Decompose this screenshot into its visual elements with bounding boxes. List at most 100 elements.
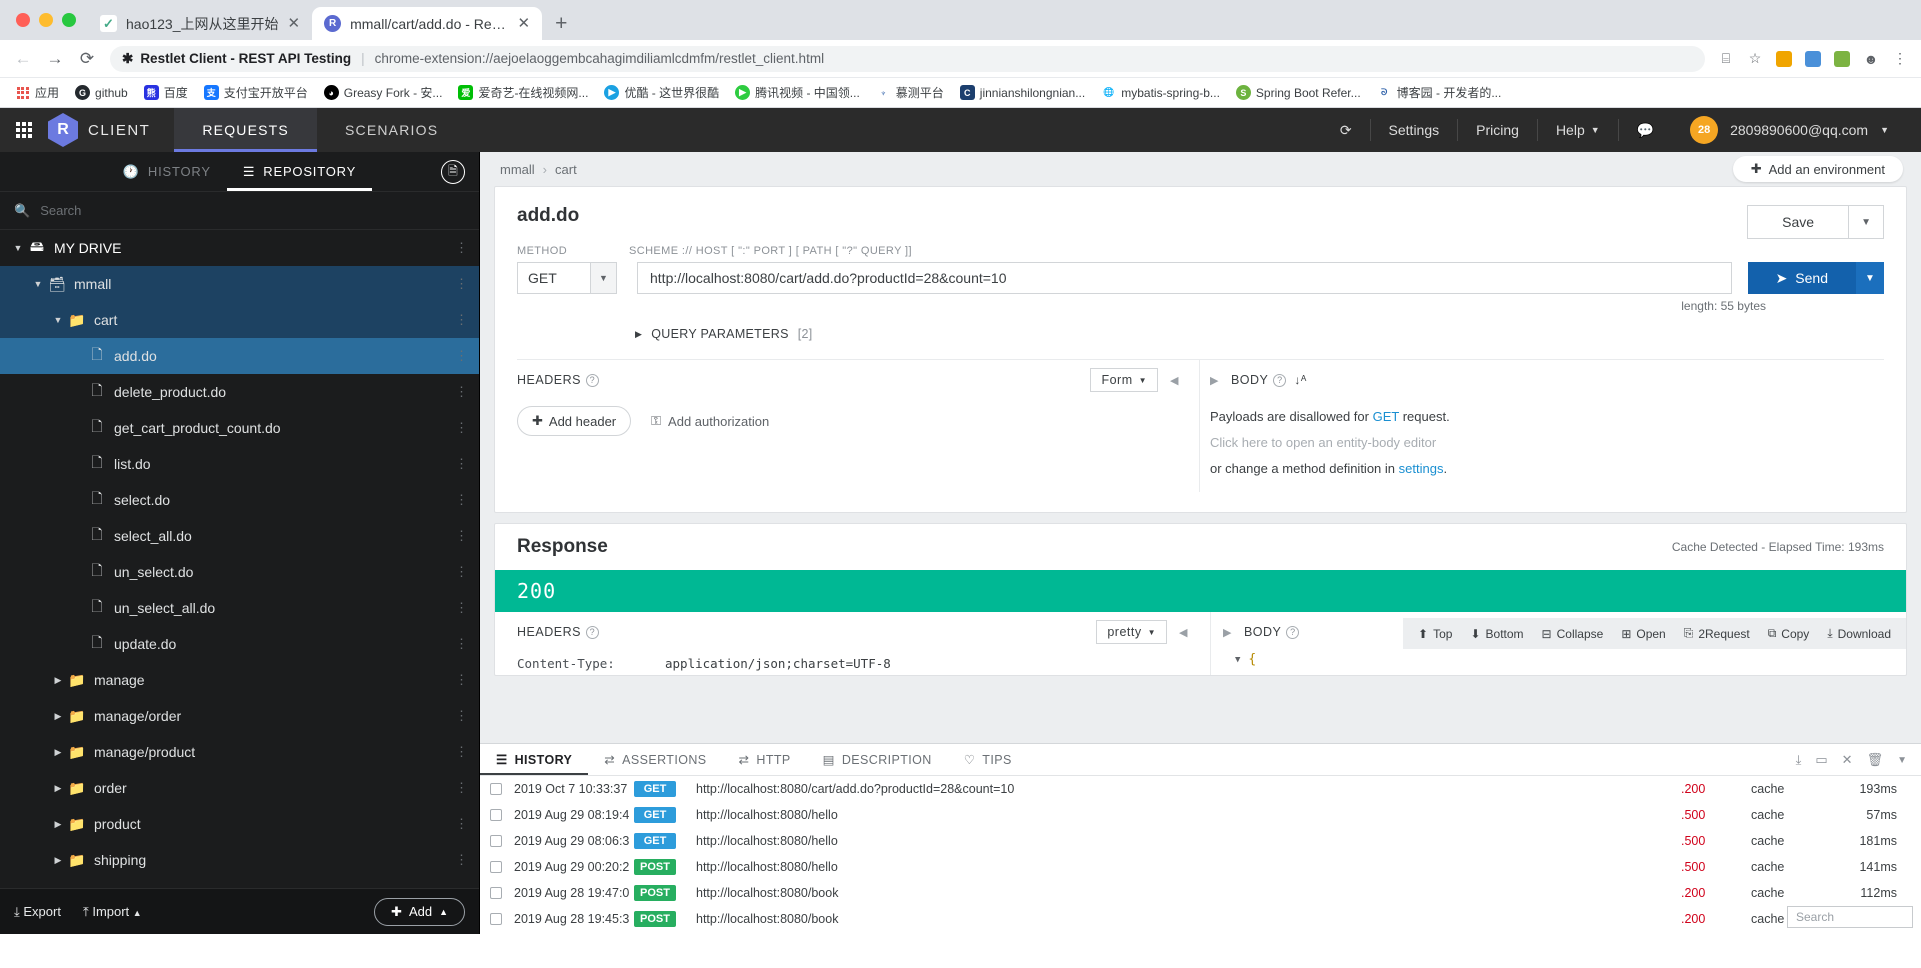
bookmark-baidu[interactable]: 熊 百度 — [137, 81, 195, 104]
import-button[interactable]: ⤒ Import ▲ — [83, 904, 142, 920]
chevron-down-icon[interactable]: ▼ — [10, 243, 26, 253]
tree-item-mmall[interactable]: ▼ 🗃 mmall ⋮ — [0, 266, 479, 302]
add-environment-button[interactable]: ✚ Add an environment — [1732, 156, 1903, 182]
close-window-button[interactable] — [16, 13, 30, 27]
collapse-left-icon[interactable]: ◀ — [1158, 374, 1191, 387]
response-headers-format-select[interactable]: pretty ▼ — [1096, 620, 1168, 644]
history-row[interactable]: 2019 Aug 29 00:20:2 POST http://localhost:… — [480, 854, 1921, 880]
history-row-checkbox[interactable] — [490, 809, 502, 821]
reload-icon[interactable]: ⟳ — [72, 44, 102, 74]
history-row[interactable]: 2019 Aug 29 08:19:4 GET http://localhost:8… — [480, 802, 1921, 828]
add-authorization-button[interactable]: ⚿ Add authorization — [651, 413, 769, 429]
back-icon[interactable]: ← — [8, 44, 38, 74]
save-dropdown-icon[interactable]: ▼ — [1848, 205, 1884, 239]
tree-item-menu-icon[interactable]: ⋮ — [455, 456, 469, 472]
maximize-window-button[interactable] — [62, 13, 76, 27]
response-copy-button[interactable]: ⧉ Copy — [1759, 623, 1819, 644]
history-row-checkbox[interactable] — [490, 887, 502, 899]
body-msg-method-link[interactable]: GET — [1373, 409, 1400, 424]
search-input[interactable]: Search — [40, 203, 81, 218]
extension-1-icon[interactable] — [1771, 46, 1797, 72]
tree-item-menu-icon[interactable]: ⋮ — [455, 276, 469, 292]
tree-item-add-do[interactable]: 🗋 add.do ⋮ — [0, 338, 479, 374]
address-bar[interactable]: ✱ Restlet Client - REST API Testing | ch… — [110, 45, 1705, 72]
tree-item-my-drive[interactable]: ▼ 🖴 MY DRIVE ⋮ — [0, 230, 479, 266]
chrome-menu-icon[interactable]: ⋮ — [1887, 46, 1913, 72]
history-row[interactable]: 2019 Oct 7 10:33:37 GET http://localhost:8… — [480, 776, 1921, 802]
tree-item-menu-icon[interactable]: ⋮ — [455, 708, 469, 724]
history-row-url[interactable]: http://localhost:8080/hello — [696, 834, 1681, 848]
method-select[interactable]: GET ▼ — [517, 262, 617, 294]
tree-item-select-all-do[interactable]: 🗋 select_all.do ⋮ — [0, 518, 479, 554]
tree-item-menu-icon[interactable]: ⋮ — [455, 240, 469, 256]
help-icon[interactable]: ? — [585, 625, 599, 639]
history-tab-http[interactable]: ⇄ HTTP — [723, 744, 807, 775]
tree-item-un-select-all-do[interactable]: 🗋 un_select_all.do ⋮ — [0, 590, 479, 626]
history-row[interactable]: 2019 Aug 28 19:47:0 POST http://localhost:… — [480, 880, 1921, 906]
tree-item-cart[interactable]: ▼ 📁 cart ⋮ — [0, 302, 479, 338]
bookmark-tencent-video[interactable]: ▶ 腾讯视频 - 中国领... — [728, 81, 867, 104]
tree-item-list-do[interactable]: 🗋 list.do ⋮ — [0, 446, 479, 482]
save-button[interactable]: Save — [1747, 205, 1849, 239]
bookmark-github[interactable]: G github — [68, 82, 135, 103]
bookmark-apps[interactable]: 应用 — [8, 81, 66, 104]
bookmark-spring-boot-reference[interactable]: S Spring Boot Refer... — [1229, 82, 1368, 103]
chevron-right-icon[interactable]: ▶ — [50, 711, 66, 722]
extension-3-icon[interactable] — [1829, 46, 1855, 72]
tree-item-menu-icon[interactable]: ⋮ — [455, 312, 469, 328]
expand-right-icon[interactable]: ▶ — [1223, 626, 1244, 639]
tab-requests[interactable]: REQUESTS — [174, 108, 317, 152]
chevron-right-icon[interactable]: ▶ — [50, 747, 66, 758]
chevron-down-icon[interactable]: ▼ — [30, 279, 46, 289]
add-header-button[interactable]: ✚ Add header — [517, 406, 632, 436]
tree-item-menu-icon[interactable]: ⋮ — [455, 492, 469, 508]
sidebar-tab-repository[interactable]: ☰ REPOSITORY — [227, 152, 372, 191]
tree-item-menu-icon[interactable]: ⋮ — [455, 384, 469, 400]
chevron-down-icon[interactable]: ▼ — [1897, 755, 1907, 766]
history-row-url[interactable]: http://localhost:8080/book — [696, 912, 1681, 926]
sidebar-search[interactable]: 🔍 Search — [0, 192, 479, 230]
settings-link[interactable]: settings — [1399, 461, 1444, 476]
chevron-down-icon[interactable]: ▼ — [50, 315, 66, 325]
send-dropdown-icon[interactable]: ▼ — [1856, 262, 1884, 294]
response-2request-button[interactable]: ⎘ 2Request — [1675, 623, 1759, 644]
history-tab-history[interactable]: ☰ HISTORY — [480, 744, 588, 775]
send-button[interactable]: ➤ Send — [1747, 262, 1856, 294]
tree-item-select-do[interactable]: 🗋 select.do ⋮ — [0, 482, 479, 518]
bookmark-greasyfork[interactable]: ◕ Greasy Fork - 安... — [317, 81, 450, 104]
history-row-checkbox[interactable] — [490, 861, 502, 873]
close-icon[interactable]: ✕ — [1842, 752, 1853, 768]
tree-item-menu-icon[interactable]: ⋮ — [455, 348, 469, 364]
bookmark-star-icon[interactable]: ☆ — [1742, 46, 1768, 72]
history-row-checkbox[interactable] — [490, 913, 502, 925]
tree-item-menu-icon[interactable]: ⋮ — [455, 816, 469, 832]
sidebar-tab-history[interactable]: 🕐 HISTORY — [107, 152, 227, 191]
forward-icon[interactable]: → — [40, 44, 70, 74]
bookmark-muce[interactable]: ♆ 慕测平台 — [869, 81, 951, 104]
tree-item-update-do[interactable]: 🗋 update.do ⋮ — [0, 626, 479, 662]
headers-format-select[interactable]: Form ▼ — [1090, 368, 1159, 392]
history-row-checkbox[interactable] — [490, 783, 502, 795]
account-menu[interactable]: 28 2809890600@qq.com ▼ — [1672, 108, 1907, 152]
chevron-right-icon[interactable]: ▶ — [50, 855, 66, 866]
app-launcher-icon[interactable] — [0, 108, 48, 152]
feedback-chat-icon[interactable]: 💬 — [1619, 108, 1672, 152]
query-parameters-toggle[interactable]: ▶ QUERY PARAMETERS [2] — [635, 327, 1884, 341]
trash-icon[interactable]: 🗑 — [1867, 752, 1884, 768]
chevron-down-icon[interactable]: ▼ — [590, 263, 616, 293]
stop-icon[interactable]: ▭ — [1815, 752, 1827, 768]
history-row-url[interactable]: http://localhost:8080/book — [696, 886, 1681, 900]
bookmark-iqiyi[interactable]: 爱 爱奇艺-在线视频网... — [451, 81, 595, 104]
expand-right-icon[interactable]: ▶ — [1210, 374, 1231, 387]
help-icon[interactable]: ? — [1273, 373, 1287, 387]
bookmark-youku[interactable]: ▶ 优酷 - 这世界很酷 — [597, 81, 726, 104]
tree-item-menu-icon[interactable]: ⋮ — [455, 672, 469, 688]
tree-item-menu-icon[interactable]: ⋮ — [455, 744, 469, 760]
chevron-right-icon[interactable]: ▶ — [50, 819, 66, 830]
sort-icon[interactable]: ↓ᴬ — [1294, 373, 1306, 387]
bookmark-jinnianshilongnian[interactable]: C jinnianshilongnian... — [953, 82, 1092, 103]
help-menu[interactable]: Help ▼ — [1538, 108, 1618, 152]
new-document-icon[interactable]: 🗎 — [441, 160, 465, 184]
history-search-input[interactable]: Search — [1787, 906, 1913, 928]
history-row-url[interactable]: http://localhost:8080/hello — [696, 860, 1681, 874]
